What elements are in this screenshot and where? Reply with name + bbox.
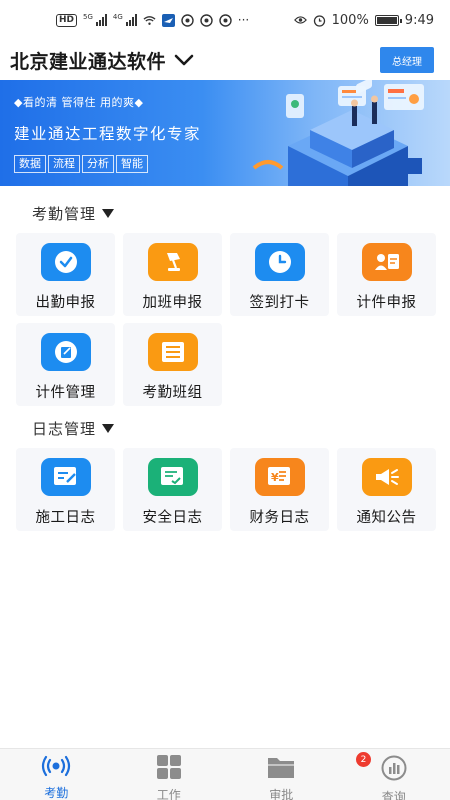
card-label: 施工日志	[35, 510, 96, 526]
logs-title-text: 日志管理	[32, 420, 97, 438]
bottom-nav: 考勤 工作 2 审批 查询	[0, 748, 450, 800]
log-item-safety-log[interactable]: 安全日志	[123, 448, 222, 531]
logs-grid: 施工日志 安全日志 ¥ 财务日志 通知公告	[16, 448, 436, 531]
log-item-notice[interactable]: 通知公告	[337, 448, 436, 531]
edit-document-icon	[40, 333, 91, 371]
nav-tab-work[interactable]: 工作	[113, 749, 226, 800]
banner-tag: 流程	[48, 155, 80, 173]
yuan-note-icon: ¥	[254, 458, 305, 496]
card-label: 考勤班组	[142, 385, 203, 401]
list-icon	[147, 333, 198, 371]
banner-tag: 数据	[14, 155, 46, 173]
attendance-item-clock-in-report[interactable]: 出勤申报	[16, 233, 115, 316]
more-notifications-icon: ···	[237, 13, 250, 27]
status-left: HD 5G 4G ···	[56, 13, 249, 27]
card-label: 计件管理	[35, 385, 96, 401]
signal-2-icon	[125, 14, 137, 26]
attendance-title-text: 考勤管理	[32, 205, 97, 223]
attendance-item-piecework-report[interactable]: 计件申报	[337, 233, 436, 316]
clock-time: 9:49	[404, 12, 434, 28]
signal-1-label: 5G	[83, 13, 93, 21]
attendance-item-overtime-report[interactable]: 加班申报	[123, 233, 222, 316]
caret-down-icon	[102, 424, 115, 433]
person-card-icon	[361, 243, 412, 281]
megaphone-icon	[361, 458, 412, 496]
status-bar: HD 5G 4G ··· 100% 9:49	[0, 0, 450, 40]
banner-tag: 分析	[82, 155, 114, 173]
card-label: 财务日志	[249, 510, 310, 526]
card-label: 安全日志	[142, 510, 203, 526]
battery-percent: 100%	[331, 12, 369, 28]
logs-section-title[interactable]: 日志管理	[32, 418, 115, 439]
notification-icon-1	[181, 13, 194, 27]
card-label: 计件申报	[356, 295, 417, 311]
attendance-item-attendance-team[interactable]: 考勤班组	[123, 323, 222, 406]
edit-note-icon	[40, 458, 91, 496]
attendance-grid: 出勤申报 加班申报 签到打卡 计件申报 计件管理 考勤班组	[16, 233, 436, 406]
svg-text:¥: ¥	[271, 471, 279, 484]
nav-tab-query[interactable]: 查询	[338, 749, 450, 800]
chart-circle-icon	[381, 755, 407, 785]
company-name: 北京建业通达软件	[10, 50, 167, 73]
promo-banner[interactable]: ◆看的清 管得住 用的爽◆ 建业通达工程数字化专家 数据 流程 分析 智能	[0, 80, 450, 186]
broadcast-icon	[41, 755, 71, 781]
battery-icon	[374, 14, 402, 26]
caret-down-icon	[102, 209, 115, 218]
notification-icon-3	[219, 13, 232, 27]
banner-illustration	[252, 80, 424, 186]
card-label: 签到打卡	[249, 295, 310, 311]
nav-label: 工作	[156, 788, 181, 800]
app-header: 北京建业通达软件 总经理	[0, 40, 450, 80]
banner-tag: 智能	[116, 155, 148, 173]
attendance-section-title[interactable]: 考勤管理	[32, 203, 115, 224]
attendance-item-piecework-management[interactable]: 计件管理	[16, 323, 115, 406]
log-item-finance-log[interactable]: ¥ 财务日志	[230, 448, 329, 531]
banner-slogan: ◆看的清 管得住 用的爽◆	[14, 96, 144, 109]
card-label: 出勤申报	[35, 295, 96, 311]
folder-icon	[267, 755, 295, 783]
nav-label: 查询	[381, 790, 406, 800]
nav-label: 考勤	[44, 786, 69, 800]
checkmark-icon	[40, 243, 91, 281]
eye-icon	[293, 14, 307, 27]
notification-icon-2	[200, 13, 213, 27]
wifi-icon	[143, 14, 156, 27]
nav-tab-approval[interactable]: 2 审批	[225, 749, 371, 800]
chevron-down-icon	[174, 49, 194, 71]
log-item-construction-log[interactable]: 施工日志	[16, 448, 115, 531]
role-button[interactable]: 总经理	[380, 47, 434, 73]
signal-1-icon	[95, 14, 107, 26]
plane-app-icon	[161, 13, 175, 27]
status-right: 100% 9:49	[293, 12, 434, 28]
attendance-item-check-in[interactable]: 签到打卡	[230, 233, 329, 316]
grid-icon	[156, 755, 182, 783]
card-label: 加班申报	[142, 295, 203, 311]
clock-icon	[254, 243, 305, 281]
banner-title: 建业通达工程数字化专家	[14, 125, 202, 143]
nav-label: 审批	[269, 788, 294, 800]
hd-badge: HD	[56, 13, 78, 27]
nav-tab-attendance[interactable]: 考勤	[0, 749, 113, 800]
banner-tags: 数据 流程 分析 智能	[14, 155, 150, 173]
card-label: 通知公告	[356, 510, 417, 526]
alarm-icon	[313, 14, 326, 27]
company-selector[interactable]: 北京建业通达软件	[10, 47, 194, 74]
signal-2-label: 4G	[112, 13, 123, 21]
safety-note-icon	[147, 458, 198, 496]
lamp-icon	[147, 243, 198, 281]
